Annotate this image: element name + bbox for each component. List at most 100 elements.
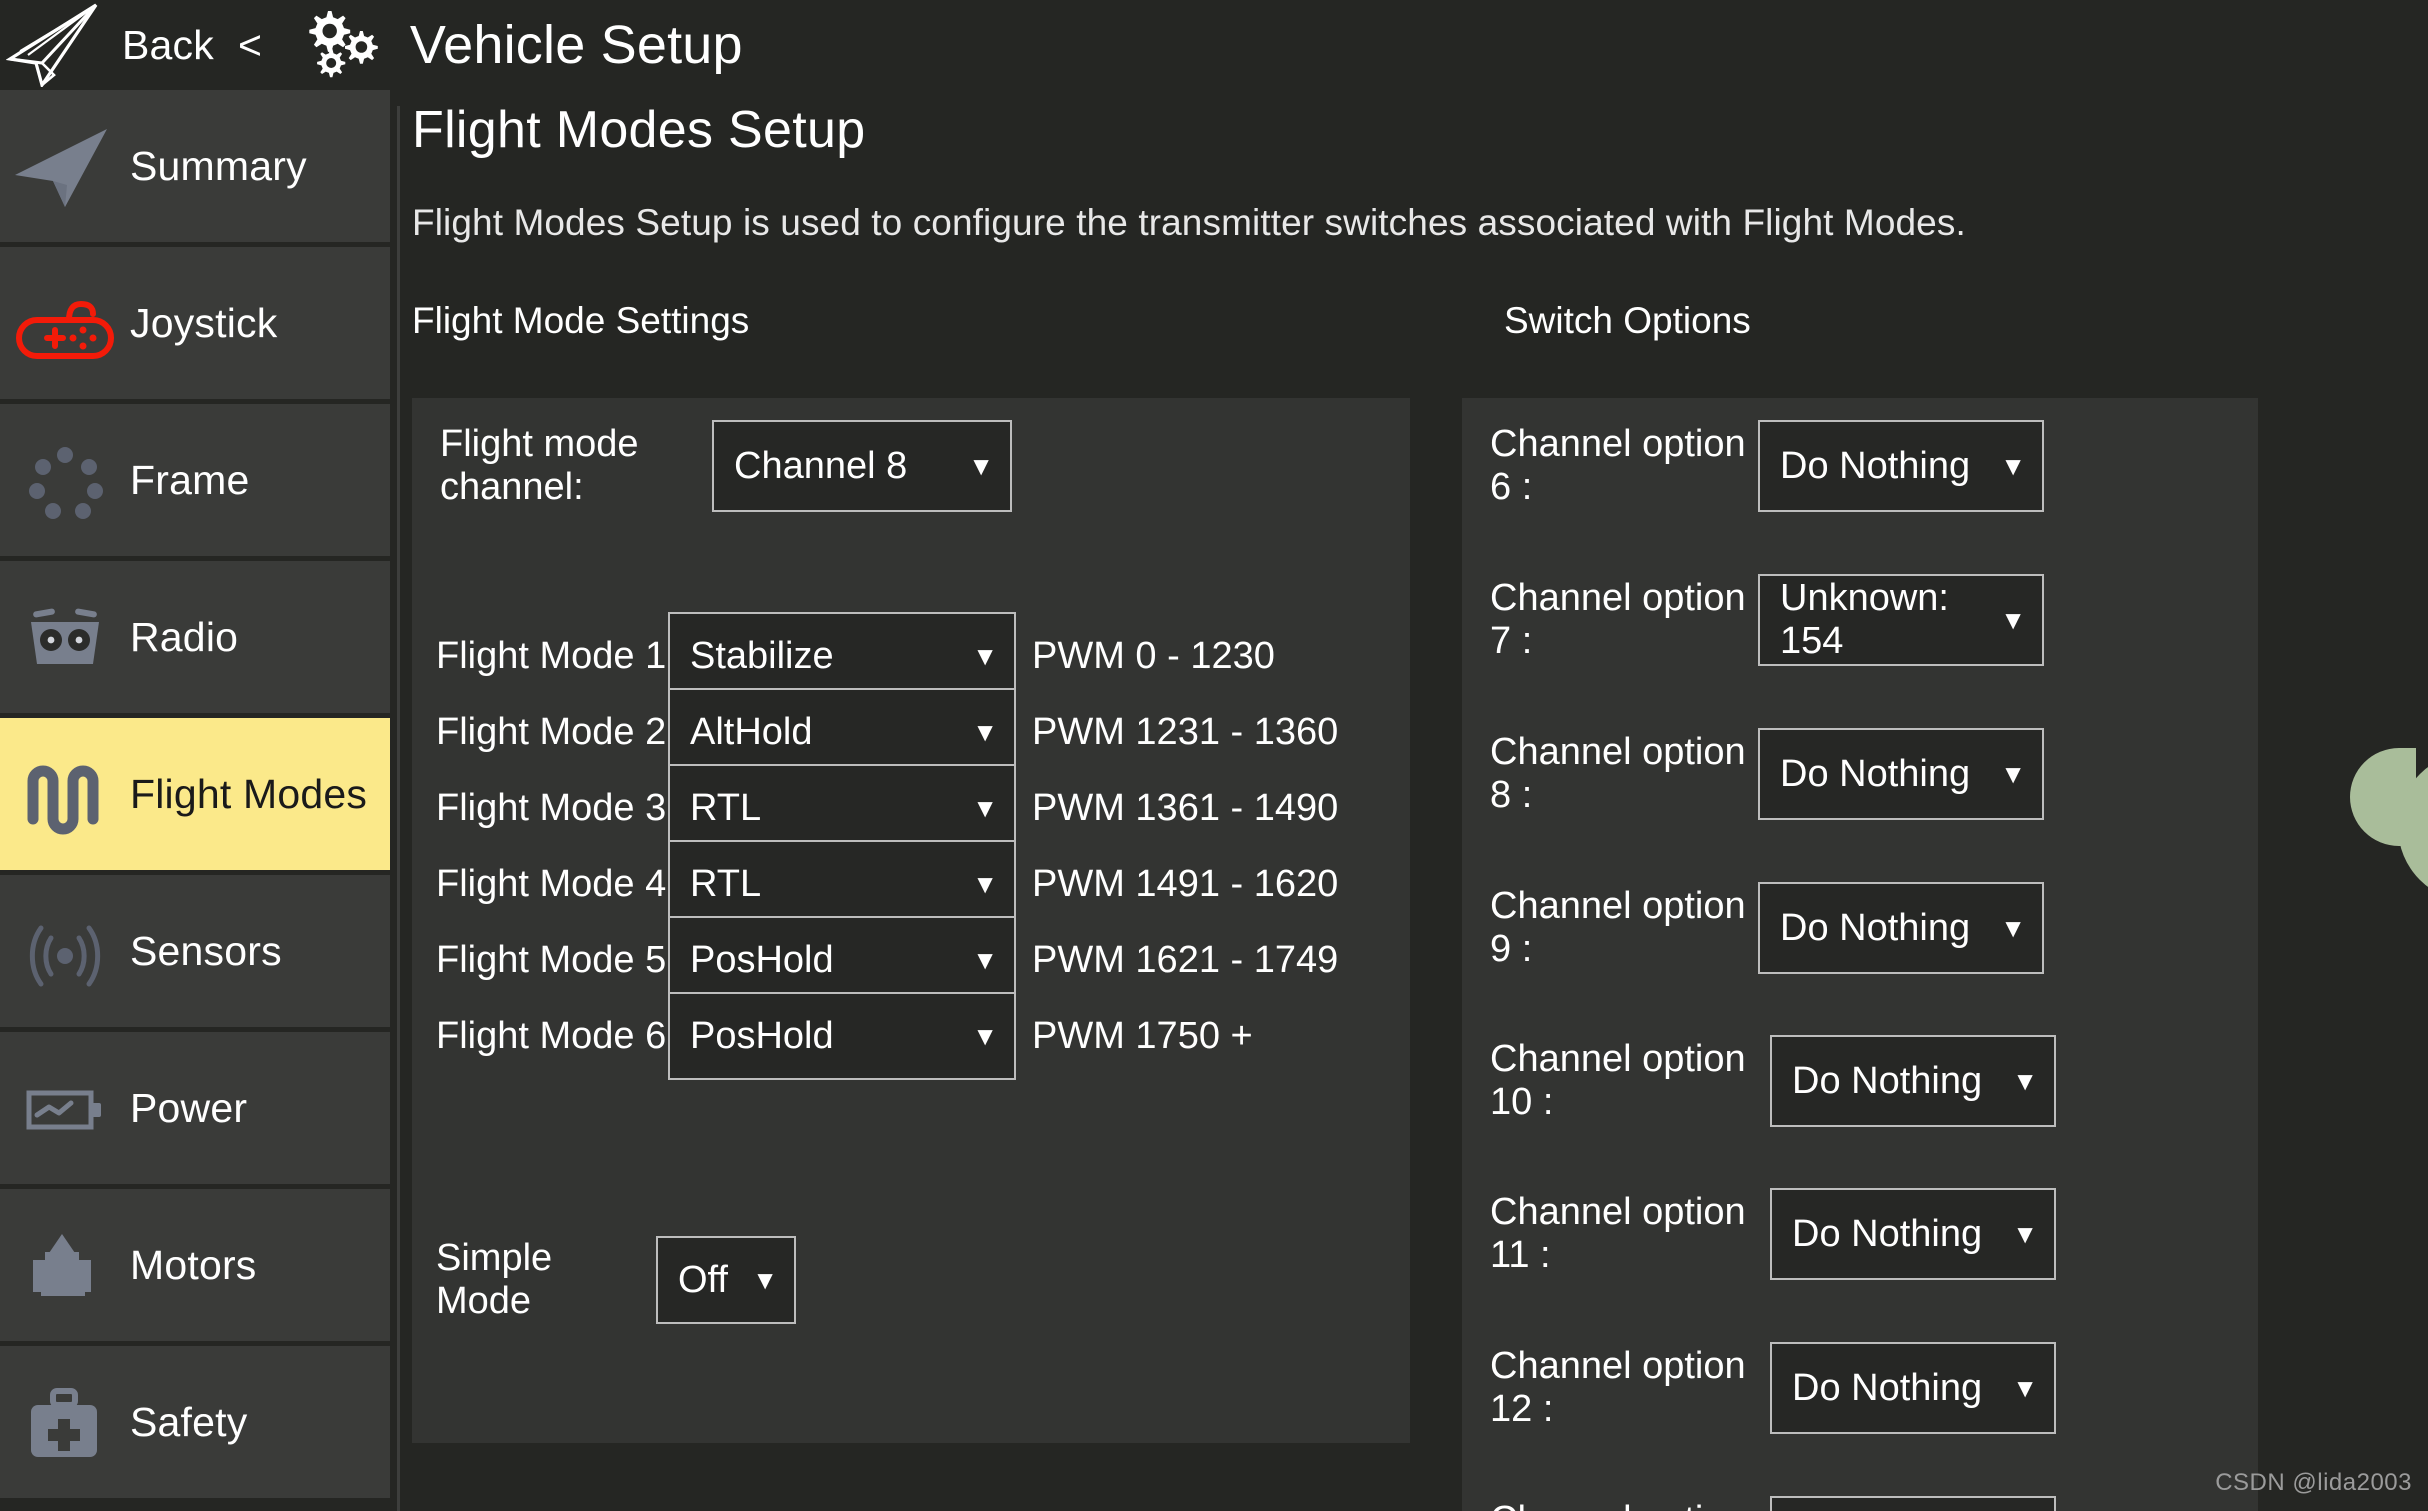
chevron-down-icon: ▼: [972, 944, 998, 975]
flight-mode-channel-label: Flight mode channel:: [440, 423, 639, 508]
switch-option-label: Channel option 10 :: [1490, 1038, 1746, 1123]
sidebar-item-label: Summary: [130, 142, 307, 189]
sidebar-item-motors[interactable]: Motors: [0, 1189, 390, 1341]
flight-mode-label: Flight Mode 6: [436, 1014, 667, 1057]
switch-option-dropdown[interactable]: Do Nothing ▼: [1770, 1342, 2056, 1434]
flight-mode-dropdown[interactable]: Stabilize ▼: [668, 612, 1016, 700]
sidebar-item-summary[interactable]: Summary: [0, 90, 390, 242]
switch-option-dropdown[interactable]: Do Nothing ▼: [1770, 1496, 2056, 1511]
flight-mode-dropdown[interactable]: AltHold ▼: [668, 688, 1016, 776]
switch-option-row: Channel option 8 : Do Nothing ▼: [1490, 728, 2044, 820]
switch-option-value: Do Nothing: [1792, 1212, 1983, 1255]
gears-icon: [292, 5, 388, 85]
vehicle-setup-screen: Back < Vehicle Setup Summary Joystick Fr…: [0, 0, 2428, 1511]
motor-icon: [0, 1215, 130, 1315]
chevron-down-icon: ▼: [2000, 912, 2026, 943]
sidebar-item-joystick[interactable]: Joystick: [0, 247, 390, 399]
sidebar-item-label: Flight Modes: [130, 770, 368, 817]
flight-mode-row: Flight Mode 5 PosHold ▼ PWM 1621 - 1749: [436, 916, 1339, 1004]
flight-mode-value: AltHold: [690, 710, 813, 753]
flight-mode-channel-dropdown[interactable]: Channel 8 ▼: [712, 420, 1012, 512]
switch-option-dropdown[interactable]: Do Nothing ▼: [1758, 420, 2044, 512]
sidebar-item-sensors[interactable]: Sensors: [0, 875, 390, 1027]
flight-mode-dropdown[interactable]: PosHold ▼: [668, 916, 1016, 1004]
back-chevron-icon[interactable]: <: [238, 22, 262, 69]
switch-option-dropdown[interactable]: Unknown: 154 ▼: [1758, 574, 2044, 666]
switch-option-dropdown[interactable]: Do Nothing ▼: [1770, 1035, 2056, 1127]
flight-mode-rows: Flight Mode 1 Stabilize ▼ PWM 0 - 1230 F…: [436, 612, 1339, 1080]
flight-mode-dropdown[interactable]: PosHold ▼: [668, 992, 1016, 1080]
first-aid-kit-icon: [0, 1372, 130, 1472]
flight-mode-pwm-range: PWM 1361 - 1490: [1032, 786, 1339, 829]
chevron-down-icon: ▼: [2000, 450, 2026, 481]
flight-mode-settings-panel: Flight mode channel: Channel 8 ▼ Flight …: [412, 398, 1410, 1443]
flight-mode-value: RTL: [690, 862, 762, 905]
sidebar-item-label: Radio: [130, 613, 239, 660]
flight-mode-label: Flight Mode 2: [436, 710, 667, 753]
sidebar-item-power[interactable]: Power: [0, 1032, 390, 1184]
switch-option-row: Channel option 7 : Unknown: 154 ▼: [1490, 574, 2044, 666]
flight-mode-value: Stabilize: [690, 634, 834, 677]
flight-modes-setup-title: Flight Modes Setup: [412, 101, 866, 159]
switch-option-row: Channel option 10 : Do Nothing ▼: [1490, 1035, 2056, 1127]
switch-option-label: Channel option 6 :: [1490, 423, 1746, 508]
chevron-down-icon: ▼: [2000, 604, 2026, 635]
chevron-down-icon: ▼: [2012, 1218, 2038, 1249]
switch-option-row: Channel option 11 : Do Nothing ▼: [1490, 1188, 2056, 1280]
chevron-down-icon: ▼: [2012, 1065, 2038, 1096]
section-heading-switch-options: Switch Options: [1504, 300, 1751, 341]
switch-option-row: Channel option 13 : Do Nothing ▼: [1490, 1496, 2056, 1511]
sidebar-item-safety[interactable]: Safety: [0, 1346, 390, 1498]
switch-option-label: Channel option 7 :: [1490, 577, 1746, 662]
frame-dots-icon: [0, 430, 130, 530]
flight-modes-setup-description: Flight Modes Setup is used to configure …: [412, 202, 1966, 243]
back-button-label[interactable]: Back: [122, 22, 214, 69]
switch-option-value: Do Nothing: [1780, 444, 1971, 487]
flight-mode-row: Flight Mode 4 RTL ▼ PWM 1491 - 1620: [436, 840, 1338, 928]
switch-option-dropdown[interactable]: Do Nothing ▼: [1758, 728, 2044, 820]
switch-option-row: Channel option 9 : Do Nothing ▼: [1490, 882, 2044, 974]
switch-option-dropdown[interactable]: Do Nothing ▼: [1770, 1188, 2056, 1280]
chevron-down-icon: ▼: [972, 640, 998, 671]
flight-timer-badge[interactable]: 27:: [2350, 748, 2428, 902]
switch-option-value: Do Nothing: [1792, 1366, 1983, 1409]
flight-mode-row: Flight Mode 2 AltHold ▼ PWM 1231 - 1360: [436, 688, 1338, 776]
page-title: Vehicle Setup: [409, 15, 743, 75]
chevron-down-icon: ▼: [2000, 758, 2026, 789]
gamepad-icon: [0, 273, 130, 373]
switch-options-panel: Channel option 6 : Do Nothing ▼ Channel …: [1462, 398, 2258, 1511]
sidebar-item-frame[interactable]: Frame: [0, 404, 390, 556]
simple-mode-value: Off: [678, 1258, 728, 1301]
simple-mode-row: Simple Mode Off ▼: [436, 1236, 796, 1324]
chevron-down-icon: ▼: [972, 1020, 998, 1051]
main-header: Flight Modes Setup Flight Modes Setup is…: [412, 100, 2412, 244]
chevron-down-icon: ▼: [2012, 1372, 2038, 1403]
flight-mode-label: Flight Mode 1: [436, 634, 667, 677]
switch-option-label: Channel option 9 :: [1490, 885, 1746, 970]
flight-mode-label: Flight Mode 5: [436, 938, 667, 981]
switch-option-value: Do Nothing: [1780, 752, 1971, 795]
sidebar-item-label: Sensors: [130, 927, 282, 974]
top-bar: Back < Vehicle Setup: [0, 0, 2428, 90]
flight-mode-value: PosHold: [690, 938, 834, 981]
flight-mode-pwm-range: PWM 0 - 1230: [1032, 634, 1275, 677]
switch-option-label: Channel option 12 :: [1490, 1345, 1746, 1430]
simple-mode-dropdown[interactable]: Off ▼: [656, 1236, 796, 1324]
switch-option-value: Do Nothing: [1792, 1059, 1983, 1102]
switch-option-row: Channel option 12 : Do Nothing ▼: [1490, 1342, 2056, 1434]
paper-plane-icon[interactable]: [5, 3, 104, 89]
simple-mode-label: Simple Mode: [436, 1237, 553, 1322]
flight-mode-dropdown[interactable]: RTL ▼: [668, 840, 1016, 928]
flight-mode-dropdown[interactable]: RTL ▼: [668, 764, 1016, 852]
switch-option-label: Channel option 13 :: [1490, 1499, 1770, 1511]
sidebar-item-radio[interactable]: Radio: [0, 561, 390, 713]
switch-option-dropdown[interactable]: Do Nothing ▼: [1758, 882, 2044, 974]
flight-mode-channel-value: Channel 8: [734, 444, 908, 487]
chevron-down-icon: ▼: [972, 792, 998, 823]
chevron-down-icon: ▼: [968, 450, 994, 481]
paper-plane-icon: [0, 116, 130, 216]
sidebar-item-label: Joystick: [130, 299, 278, 346]
chevron-down-icon: ▼: [972, 716, 998, 747]
sidebar-item-flight-modes[interactable]: Flight Modes: [0, 718, 390, 870]
flight-mode-pwm-range: PWM 1621 - 1749: [1032, 938, 1339, 981]
